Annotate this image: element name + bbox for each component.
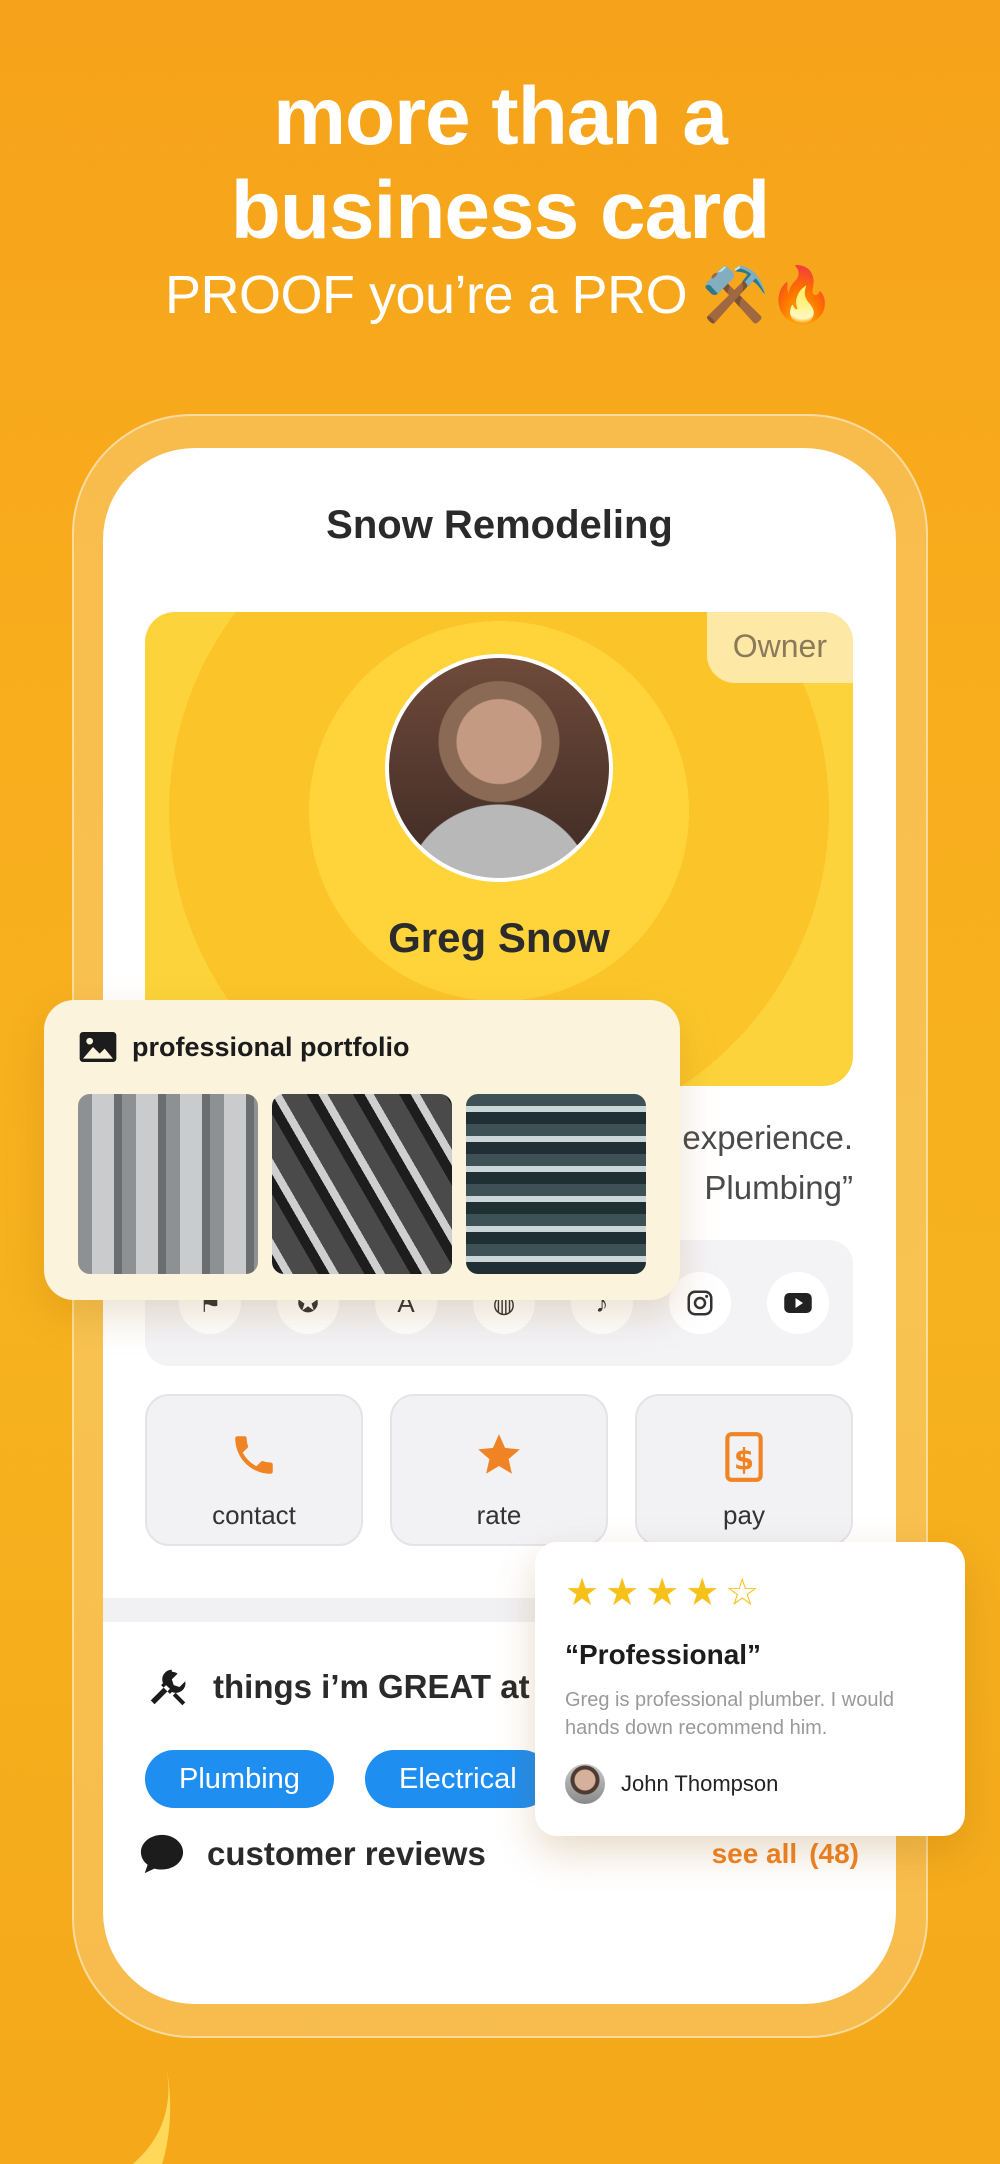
portfolio-heading: professional portfolio [132,1031,410,1062]
chat-bubble-icon [140,1834,184,1874]
decorative-shape [132,2062,171,2164]
skills-heading-text: things i’m GREAT at [213,1668,530,1705]
portfolio-photo[interactable] [272,1094,452,1274]
phone-icon [147,1430,361,1492]
tools-icon [150,1669,186,1706]
pay-button[interactable]: $ pay [635,1394,853,1546]
contact-label: contact [212,1500,296,1530]
role-badge: Owner [706,612,853,683]
reviews-heading: customer reviews [207,1835,486,1872]
contact-button[interactable]: contact [145,1394,363,1546]
dollar-icon: $ [637,1430,851,1496]
skill-tag[interactable]: Plumbing [145,1750,334,1808]
reviews-count: (48) [809,1838,859,1869]
hero-title-line2: business card [230,165,770,256]
rate-button[interactable]: rate [390,1394,608,1546]
svg-text:$: $ [734,1442,754,1476]
reviewer-avatar [565,1764,605,1804]
rate-label: rate [476,1500,522,1530]
portfolio-photo[interactable] [78,1094,258,1274]
portfolio-header: professional portfolio [78,1030,410,1064]
reviews-title: customer reviews [139,1832,486,1876]
skill-tag[interactable]: Electrical [365,1750,551,1808]
review-text: Greg is professional plumber. I would ha… [565,1689,895,1739]
hero-title: more than a business card [0,70,1000,258]
portfolio-card[interactable]: professional portfolio [44,1000,680,1300]
avatar[interactable] [385,654,613,882]
instagram-icon[interactable] [669,1272,731,1334]
image-icon [79,1032,117,1062]
see-all-link[interactable]: see all (48) [700,1838,859,1870]
review-title: “Professional” [565,1639,762,1670]
reviewer-name: John Thompson [621,1771,779,1796]
pay-label: pay [723,1500,765,1530]
youtube-icon[interactable] [767,1272,829,1334]
portfolio-photo[interactable] [466,1094,646,1274]
see-all-label: see all [711,1838,798,1869]
star-icon [392,1430,606,1492]
hero: more than a business card PROOF you’re a… [0,70,1000,327]
review-card[interactable]: ★★★★☆ “Professional” Greg is professiona… [535,1542,965,1836]
hero-title-line1: more than a [273,71,728,162]
business-name: Snow Remodeling [326,503,673,547]
star-rating: ★★★★☆ [565,1572,766,1614]
profile-name: Greg Snow [388,914,610,961]
review-author: John Thompson [565,1764,778,1804]
reviews-header: customer reviews see all (48) [139,1832,859,1876]
skills-heading: things i’m GREAT at [145,1664,530,1710]
hero-subtitle: PROOF you’re a PRO ⚒️🔥 [164,265,836,325]
